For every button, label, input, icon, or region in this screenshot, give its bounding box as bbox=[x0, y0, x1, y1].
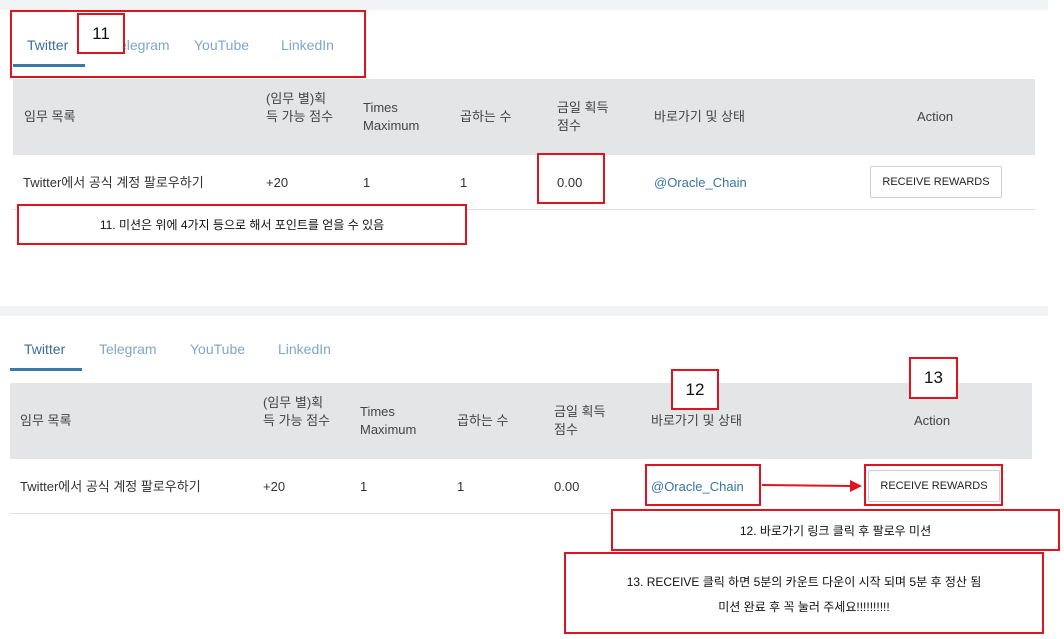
header-mission: 임무 목록 bbox=[24, 109, 76, 124]
header-multiplier: 곱하는 수 bbox=[460, 109, 512, 124]
cell-multiplier: 1 bbox=[460, 175, 468, 190]
table-header: 임무 목록 (임무 별)획득 가능 점수 Times Maximum 곱하는 수… bbox=[10, 383, 1032, 459]
annotation-badge-11: 11 bbox=[77, 13, 125, 54]
mission-tabs-2: Twitter Telegram YouTube LinkedIn bbox=[0, 332, 400, 368]
cell-times: 1 bbox=[360, 479, 368, 494]
tab-linkedin[interactable]: LinkedIn bbox=[278, 332, 331, 366]
header-points: (임무 별)획득 가능 점수 bbox=[266, 91, 334, 124]
cell-today: 0.00 bbox=[554, 479, 580, 494]
header-shortcut: 바로가기 및 상태 bbox=[651, 413, 742, 428]
header-shortcut: 바로가기 및 상태 bbox=[654, 109, 745, 124]
annotation-badge-12: 12 bbox=[671, 369, 719, 410]
cell-mission: Twitter에서 공식 계정 팔로우하기 bbox=[23, 175, 204, 190]
header-mission: 임무 목록 bbox=[20, 413, 72, 428]
header-times: Times Maximum bbox=[360, 404, 417, 437]
active-tab-underline bbox=[10, 368, 82, 371]
table-header: 임무 목록 (임무 별)획득 가능 점수 Times Maximum 곱하는 수… bbox=[13, 79, 1035, 155]
tab-youtube[interactable]: YouTube bbox=[190, 332, 245, 366]
annotation-note-12: 12. 바로가기 링크 클릭 후 팔로우 미션 bbox=[611, 509, 1060, 551]
receive-rewards-button[interactable]: RECEIVE REWARDS bbox=[870, 166, 1002, 198]
annotation-box-today-score bbox=[537, 153, 605, 204]
cell-times: 1 bbox=[363, 175, 371, 190]
tab-twitter[interactable]: Twitter bbox=[24, 332, 65, 366]
top-strip bbox=[0, 0, 1048, 10]
cell-mission: Twitter에서 공식 계정 팔로우하기 bbox=[20, 479, 201, 494]
annotation-note-13: 13. RECEIVE 클릭 하면 5분의 카운트 다운이 시작 되며 5분 후… bbox=[564, 552, 1044, 634]
header-today: 금일 획득 점수 bbox=[554, 404, 606, 437]
panel-separator bbox=[0, 306, 1048, 316]
cell-points: +20 bbox=[266, 175, 289, 190]
oracle-chain-link[interactable]: @Oracle_Chain bbox=[654, 174, 747, 192]
table-row: Twitter에서 공식 계정 팔로우하기 +20 1 1 0.00 @Orac… bbox=[13, 155, 1035, 210]
header-times: Times Maximum bbox=[363, 100, 420, 133]
cell-points: +20 bbox=[263, 479, 286, 494]
annotation-box-button bbox=[864, 464, 1003, 506]
annotation-note-13-line1: 13. RECEIVE 클릭 하면 5분의 카운트 다운이 시작 되며 5분 후… bbox=[626, 575, 982, 589]
header-points: (임무 별)획득 가능 점수 bbox=[263, 395, 331, 428]
annotation-badge-13: 13 bbox=[909, 357, 958, 399]
annotation-note-13-line2: 미션 완료 후 꼭 눌러 주세요!!!!!!!!!! bbox=[718, 600, 890, 614]
tab-telegram[interactable]: Telegram bbox=[99, 332, 157, 366]
annotation-note-11: 11. 미션은 위에 4가지 등으로 해서 포인트를 얻을 수 있음 bbox=[17, 204, 467, 245]
annotation-box-tabs bbox=[10, 10, 366, 78]
header-multiplier: 곱하는 수 bbox=[457, 413, 509, 428]
header-today: 금일 획득 점수 bbox=[557, 100, 609, 133]
annotation-box-link bbox=[645, 464, 761, 506]
header-action: Action bbox=[917, 109, 954, 124]
header-action: Action bbox=[914, 413, 951, 428]
cell-multiplier: 1 bbox=[457, 479, 465, 494]
